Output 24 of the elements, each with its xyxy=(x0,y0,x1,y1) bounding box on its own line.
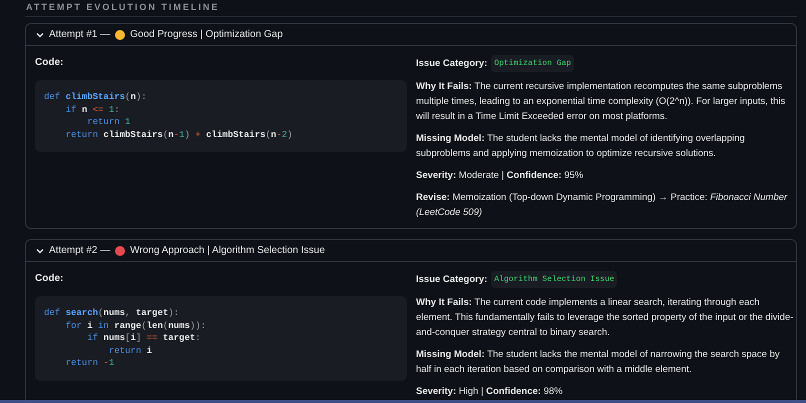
code-block: def climbStairs(n): if n <= 1: return 1 return climbStairs(n-1) + climbStairs(n-2) xyxy=(35,80,407,152)
attempt-label: Attempt #2 — xyxy=(49,244,110,258)
status-label: Wrong Approach | Algorithm Selection Issue xyxy=(130,244,325,258)
attempt-label: Attempt #1 — xyxy=(49,28,110,42)
issue-label: Issue Category: xyxy=(416,57,488,71)
analysis-text: Severity: High | Confidence: 98% xyxy=(416,385,564,399)
section-title: ATTEMPT EVOLUTION TIMELINE xyxy=(26,1,220,12)
expander-header[interactable]: Attempt #1 — Good Progress | Optimization Gap xyxy=(26,24,796,46)
analysis-text: Severity: Moderate | Confidence: 95% xyxy=(416,169,584,183)
issue-category-tag: Optimization Gap xyxy=(491,55,574,72)
expander-header[interactable]: Attempt #2 — Wrong Approach | Algorithm Selection Issue xyxy=(26,240,796,262)
code-block: def search(nums, target): for i in range(len(nums)): if nums[i] == target: return i return -1 xyxy=(35,296,407,380)
chevron-icon xyxy=(36,246,44,254)
issue-category-tag: Algorithm Selection Issue xyxy=(491,271,618,288)
analysis-text: Revise: Memoization (Top-down Dynamic Programming) → Practice: Fibonacci Number (LeetCode 509) xyxy=(416,191,788,220)
code-label: Code: xyxy=(35,56,64,70)
code-label: Code: xyxy=(35,272,64,286)
chevron-icon xyxy=(36,30,44,38)
analysis-text: Why It Fails: The current code implements a linear search, iterating through each element. This fundamentally fails to leverage the sorted property of the input or the divide-and-conquer strategy central to binary search. xyxy=(416,296,794,340)
analysis-text: Missing Model: The student lacks the mental model of identifying overlapping subproblems and applying memoization to optimize recursive solutions. xyxy=(416,132,746,161)
analysis-text: Missing Model: The student lacks the mental model of narrowing the search space by half in each iteration based on comparison with a middle element. xyxy=(416,348,781,377)
issue-label: Issue Category: xyxy=(416,273,488,287)
analysis-text: Why It Fails: The current recursive implementation recomputes the same subproblems multiple times, leading to an exponential time complexity (O(2^n)). For larger inputs, this will result in a Time Limit Exceeded error on most platforms. xyxy=(416,80,786,124)
status-label: Good Progress | Optimization Gap xyxy=(130,28,283,42)
